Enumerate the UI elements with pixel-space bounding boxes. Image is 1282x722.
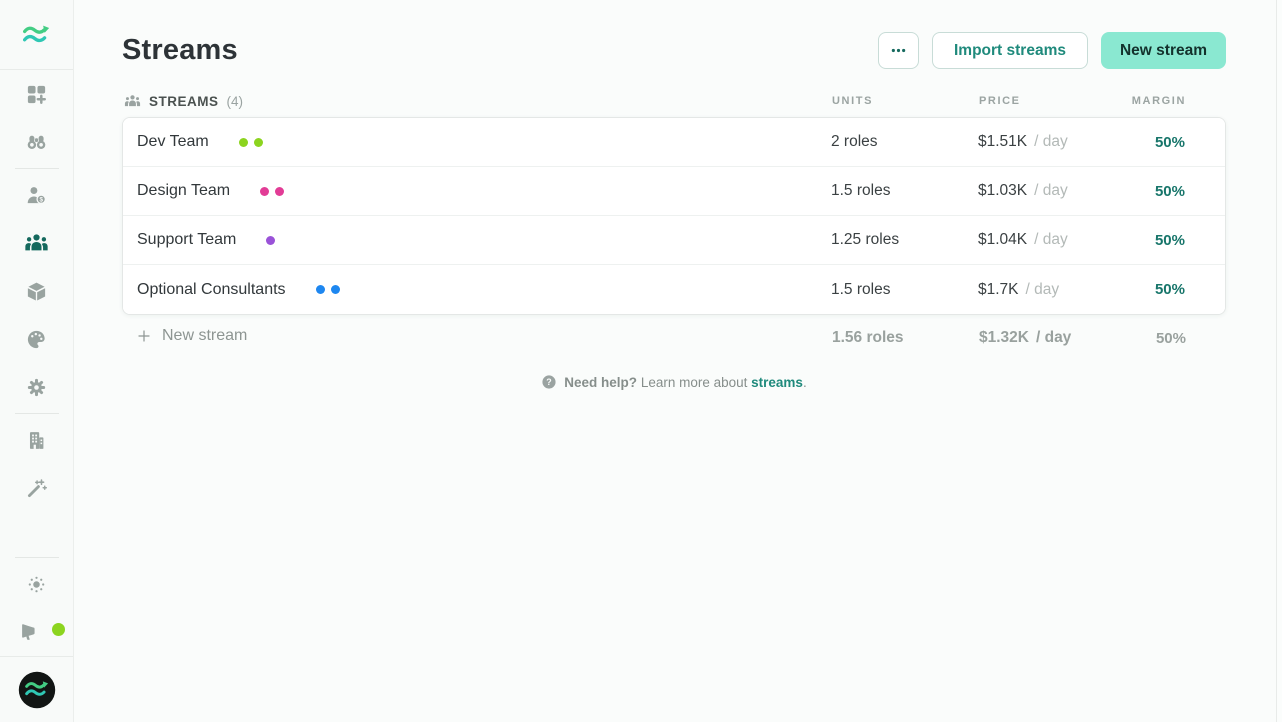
waves-logo-icon: [23, 23, 50, 47]
units-cell: 1.5 roles: [831, 182, 978, 200]
magic-wand-icon: [25, 477, 48, 500]
stream-name-cell: Dev Team: [137, 133, 831, 151]
sidebar-item-magic-wand[interactable]: [0, 464, 73, 512]
cube-icon: [25, 280, 48, 303]
role-dot: [254, 138, 263, 147]
table-footer: New stream 1.56 roles $1.32K/ day 50%: [122, 315, 1226, 361]
sidebar-item-binoculars[interactable]: [0, 118, 73, 166]
sidebar-item-palette[interactable]: [0, 315, 73, 363]
role-dot: [239, 138, 248, 147]
notification-badge: [52, 623, 65, 636]
price-cell: $1.51K/ day: [978, 133, 1108, 151]
price-cell: $1.03K/ day: [978, 182, 1108, 200]
more-options-button[interactable]: [878, 32, 919, 69]
grid-plus-icon: [25, 83, 48, 106]
app-logo[interactable]: [0, 0, 73, 70]
sidebar-item-settings[interactable]: [0, 363, 73, 411]
units-cell: 2 roles: [831, 133, 978, 151]
margin-cell: 50%: [1108, 183, 1185, 200]
ellipsis-icon: [889, 41, 908, 60]
help-text: Need help? Learn more about streams.: [564, 375, 806, 390]
streams-help-link[interactable]: streams: [751, 375, 803, 390]
role-dot: [266, 236, 275, 245]
sidebar-nav: [0, 70, 73, 656]
stream-name-cell: Support Team: [137, 231, 831, 249]
stream-name-cell: Optional Consultants: [137, 281, 831, 299]
table-row[interactable]: Support Team 1.25 roles $1.04K/ day 50%: [123, 216, 1225, 265]
building-icon: [25, 429, 48, 452]
header-actions: Import streams New stream: [878, 32, 1226, 69]
palette-icon: [25, 328, 48, 351]
role-dot: [316, 285, 325, 294]
people-group-icon: [24, 231, 49, 256]
stream-name: Support Team: [137, 231, 236, 249]
sidebar-item-grid-plus[interactable]: [0, 70, 73, 118]
role-dots: [239, 138, 263, 147]
sidebar-item-streams[interactable]: [0, 219, 73, 267]
table-row[interactable]: Design Team 1.5 roles $1.03K/ day 50%: [123, 167, 1225, 216]
sidebar-item-announcements[interactable]: [0, 608, 73, 656]
streams-table: Dev Team 2 roles $1.51K/ day 50% Design …: [122, 117, 1226, 315]
main-content: Streams Import streams New stream STREAM…: [74, 0, 1276, 722]
person-dollar-icon: [25, 184, 48, 207]
stream-name: Design Team: [137, 182, 230, 200]
plus-icon: [136, 328, 152, 344]
sidebar-item-cube[interactable]: [0, 267, 73, 315]
role-dot: [260, 187, 269, 196]
table-row[interactable]: Dev Team 2 roles $1.51K/ day 50%: [123, 118, 1225, 167]
margin-cell: 50%: [1108, 281, 1185, 298]
sidebar-item-person-dollar[interactable]: [0, 171, 73, 219]
margin-cell: 50%: [1108, 232, 1185, 249]
table-header: STREAMS (4) UNITS PRICE MARGIN: [122, 85, 1226, 117]
avatar-waves-icon: [18, 671, 56, 709]
role-dots: [260, 187, 284, 196]
people-group-icon: [124, 93, 141, 110]
megaphone-icon: [20, 621, 43, 644]
column-header-price: PRICE: [979, 95, 1109, 107]
sun-icon: [25, 573, 48, 596]
gear-icon: [25, 376, 48, 399]
total-units: 1.56 roles: [832, 329, 979, 347]
page-header: Streams Import streams New stream: [122, 32, 1226, 69]
new-stream-row-label: New stream: [162, 327, 247, 345]
total-price: $1.32K/ day: [979, 329, 1109, 347]
stream-name: Dev Team: [137, 133, 209, 151]
total-margin: 50%: [1109, 330, 1186, 347]
sidebar-divider: [15, 557, 59, 558]
sidebar: [0, 0, 74, 722]
import-streams-button[interactable]: Import streams: [932, 32, 1088, 69]
role-dot: [275, 187, 284, 196]
role-dots: [316, 285, 340, 294]
stream-name-cell: Design Team: [137, 182, 831, 200]
table-row[interactable]: Optional Consultants 1.5 roles $1.7K/ da…: [123, 265, 1225, 314]
price-cell: $1.7K/ day: [978, 281, 1108, 299]
new-stream-row-button[interactable]: New stream: [136, 327, 247, 345]
sidebar-item-organization[interactable]: [0, 416, 73, 464]
help-row: Need help? Learn more about streams.: [122, 374, 1226, 390]
sidebar-divider: [15, 413, 59, 414]
section-title: STREAMS: [149, 94, 219, 109]
sidebar-divider: [15, 168, 59, 169]
sidebar-item-theme-toggle[interactable]: [0, 560, 73, 608]
question-icon: [541, 374, 557, 390]
new-stream-button[interactable]: New stream: [1101, 32, 1226, 69]
margin-cell: 50%: [1108, 134, 1185, 151]
price-cell: $1.04K/ day: [978, 231, 1108, 249]
section-header: STREAMS (4): [122, 93, 832, 110]
stream-name: Optional Consultants: [137, 281, 286, 299]
column-header-margin: MARGIN: [1109, 95, 1186, 107]
role-dot: [331, 285, 340, 294]
binoculars-icon: [25, 131, 48, 154]
column-header-units: UNITS: [832, 95, 979, 107]
scrollbar-track: [1276, 0, 1282, 722]
user-avatar[interactable]: [0, 656, 73, 722]
units-cell: 1.5 roles: [831, 281, 978, 299]
section-count: (4): [227, 94, 244, 109]
page-title: Streams: [122, 34, 238, 67]
role-dots: [266, 236, 275, 245]
units-cell: 1.25 roles: [831, 231, 978, 249]
